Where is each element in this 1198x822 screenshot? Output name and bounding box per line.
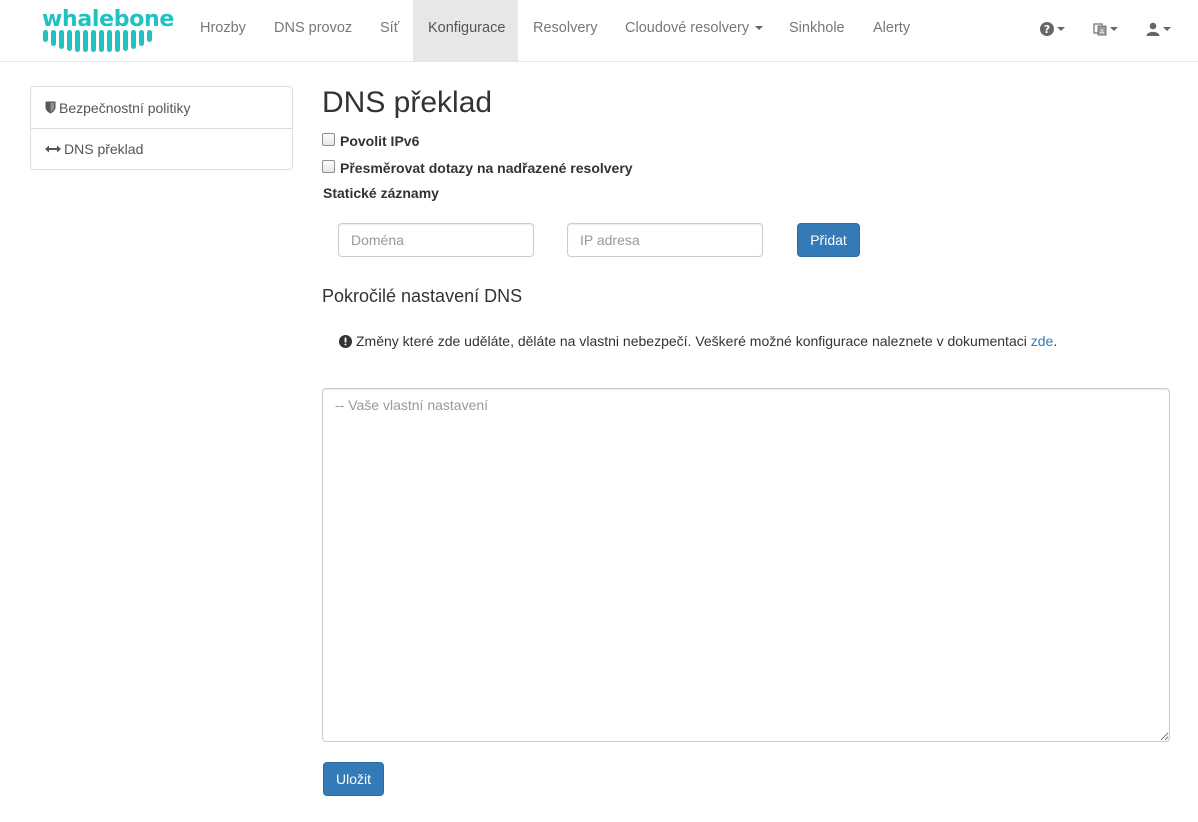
forward-queries-checkbox-row[interactable]: Přesměrovat dotazy na nadřazené resolver… xyxy=(322,158,633,178)
user-menu[interactable] xyxy=(1146,17,1171,41)
nav-item-label: Hrozby xyxy=(200,20,246,36)
nav-item-label: Cloudové resolvery xyxy=(625,20,750,36)
nav-item-sinkhole[interactable]: Sinkhole xyxy=(774,0,860,61)
sidebar-item-dns-preklad[interactable]: DNS překlad xyxy=(31,128,292,169)
add-record-button[interactable]: Přidat xyxy=(797,223,860,257)
warning-message: Změny které zde uděláte, děláte na vlast… xyxy=(339,331,1057,351)
checkbox-label: Povolit IPv6 xyxy=(340,133,420,149)
nav-item-label: Alerty xyxy=(873,20,911,36)
svg-text:A: A xyxy=(1100,28,1105,36)
nav-item-cloudove-resolvery[interactable]: Cloudové resolvery xyxy=(610,0,778,61)
nav-item-label: Síť xyxy=(380,20,400,36)
chevron-down-icon xyxy=(1057,27,1065,31)
nav-item-hrozby[interactable]: Hrozby xyxy=(185,0,261,61)
exclamation-circle-icon xyxy=(339,334,352,348)
sidebar: Bezpečnostní politiky DNS překlad xyxy=(30,86,293,170)
language-icon: A xyxy=(1093,23,1107,36)
nav-item-resolvery[interactable]: Resolvery xyxy=(518,0,612,61)
nav-item-konfigurace[interactable]: Konfigurace xyxy=(413,0,518,61)
svg-text:?: ? xyxy=(1044,23,1050,36)
nav-item-label: Sinkhole xyxy=(789,20,845,36)
page-title: DNS překlad xyxy=(322,86,493,119)
chevron-down-icon xyxy=(755,26,764,31)
shield-icon xyxy=(45,101,56,114)
nav-item-alerty[interactable]: Alerty xyxy=(858,0,925,61)
language-menu[interactable]: A xyxy=(1093,17,1118,41)
chevron-down-icon xyxy=(1163,27,1171,31)
warning-end: . xyxy=(1053,333,1058,349)
ip-address-input[interactable] xyxy=(567,223,763,257)
nav-item-label: Resolvery xyxy=(533,20,598,36)
domain-input[interactable] xyxy=(338,223,534,257)
sidebar-item-label: DNS překlad xyxy=(64,141,144,157)
top-navbar: whalebone Hrozby DNS provoz Síť Konfigur… xyxy=(0,0,1198,62)
enable-ipv6-checkbox[interactable] xyxy=(322,133,335,146)
sidebar-item-bezpecnostni-politiky[interactable]: Bezpečnostní politiky xyxy=(31,87,292,128)
checkbox-label: Přesměrovat dotazy na nadřazené resolver… xyxy=(340,160,633,176)
nav-item-dns-provoz[interactable]: DNS provoz xyxy=(259,0,367,61)
save-button[interactable]: Uložit xyxy=(323,762,384,796)
nav-item-sit[interactable]: Síť xyxy=(365,0,414,61)
sidebar-item-label: Bezpečnostní politiky xyxy=(59,99,191,116)
user-icon xyxy=(1146,22,1160,36)
warning-text: Změny které zde uděláte, děláte na vlast… xyxy=(356,333,1027,349)
custom-config-textarea[interactable] xyxy=(322,388,1170,742)
nav-item-label: DNS provoz xyxy=(274,20,353,36)
documentation-link[interactable]: zde xyxy=(1031,333,1054,349)
forward-queries-checkbox[interactable] xyxy=(322,160,335,173)
resize-horizontal-icon xyxy=(45,145,61,153)
static-records-label: Statické záznamy xyxy=(323,185,439,201)
logo-bars-icon xyxy=(43,30,152,52)
advanced-settings-title: Pokročilé nastavení DNS xyxy=(322,286,523,306)
chevron-down-icon xyxy=(1110,27,1118,31)
help-menu[interactable]: ? xyxy=(1040,17,1065,41)
nav-item-label: Konfigurace xyxy=(428,20,506,36)
help-icon: ? xyxy=(1040,22,1054,36)
whalebone-logo[interactable]: whalebone xyxy=(40,6,174,56)
enable-ipv6-checkbox-row[interactable]: Povolit IPv6 xyxy=(322,131,419,151)
